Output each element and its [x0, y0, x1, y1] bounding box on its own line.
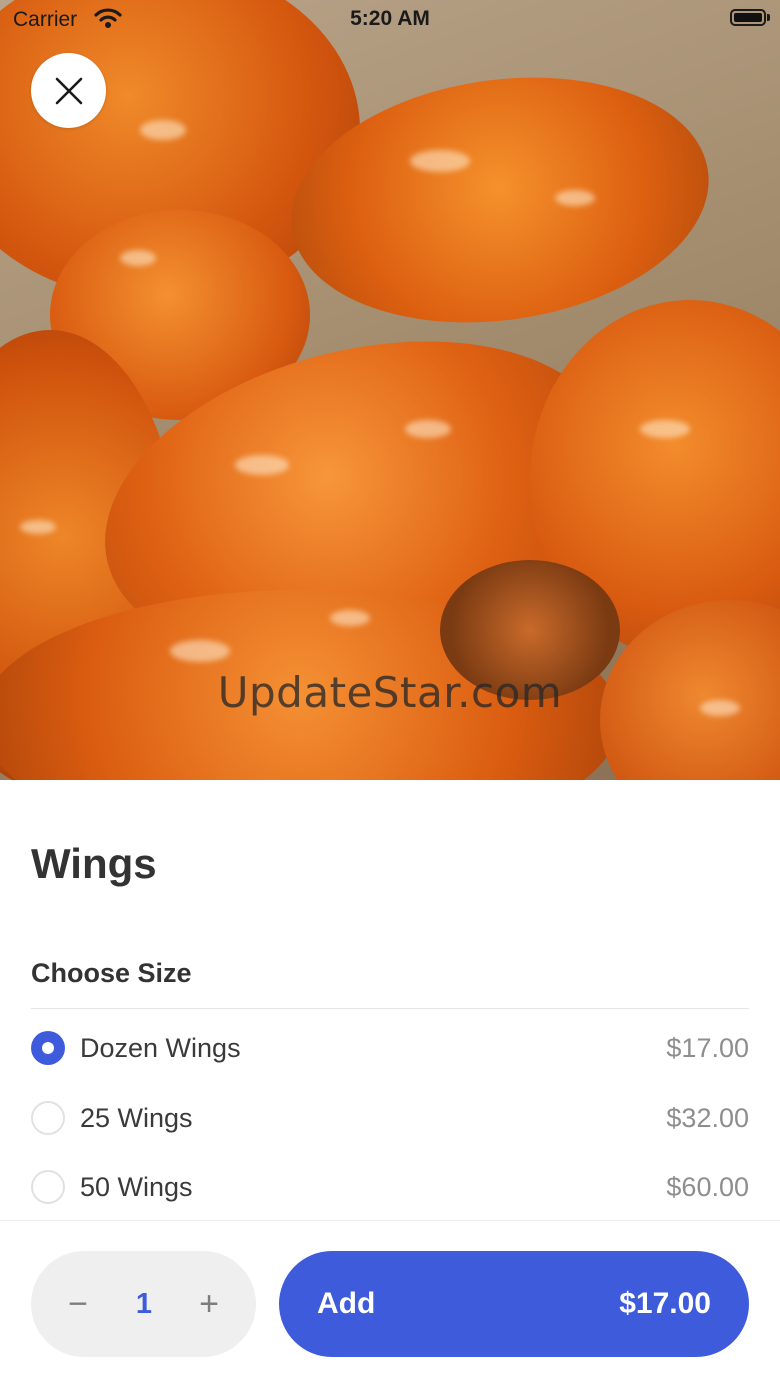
decrement-button[interactable]: − — [63, 1251, 93, 1357]
close-icon — [55, 77, 82, 104]
status-time: 5:20 AM — [350, 7, 430, 30]
add-button-label: Add — [317, 1287, 376, 1320]
quantity-stepper: − 1 + — [31, 1251, 256, 1357]
size-option-price: $60.00 — [666, 1171, 749, 1202]
size-option-label: 50 Wings — [80, 1171, 193, 1202]
section-divider — [31, 1008, 749, 1009]
wings-photo: UpdateStar.com — [0, 0, 780, 780]
status-bar: Carrier 5:20 AM — [0, 0, 780, 40]
size-option-50[interactable]: 50 Wings $60.00 — [31, 1162, 749, 1212]
battery-cap — [767, 14, 770, 21]
increment-button[interactable]: + — [194, 1251, 224, 1357]
choose-size-heading: Choose Size — [31, 958, 192, 988]
bottom-bar-divider — [0, 1220, 780, 1221]
close-button[interactable] — [31, 53, 106, 128]
size-option-price: $32.00 — [666, 1102, 749, 1133]
add-button-price: $17.00 — [619, 1287, 711, 1320]
size-option-label: Dozen Wings — [80, 1032, 241, 1063]
add-to-cart-button[interactable]: Add $17.00 — [279, 1251, 749, 1357]
quantity-value: 1 — [135, 1287, 153, 1320]
radio-selected-icon[interactable] — [31, 1031, 65, 1065]
radio-unselected-icon[interactable] — [31, 1170, 65, 1204]
size-option-dozen[interactable]: Dozen Wings $17.00 — [31, 1023, 749, 1073]
size-option-label: 25 Wings — [80, 1102, 193, 1133]
battery-icon — [730, 9, 766, 26]
watermark: UpdateStar.com — [217, 668, 563, 717]
size-option-price: $17.00 — [666, 1032, 749, 1063]
radio-unselected-icon[interactable] — [31, 1101, 65, 1135]
item-detail-screen: UpdateStar.com Carrier 5:20 AM Wings Cho… — [0, 0, 780, 1387]
size-option-25[interactable]: 25 Wings $32.00 — [31, 1093, 749, 1143]
item-title: Wings — [31, 840, 157, 887]
